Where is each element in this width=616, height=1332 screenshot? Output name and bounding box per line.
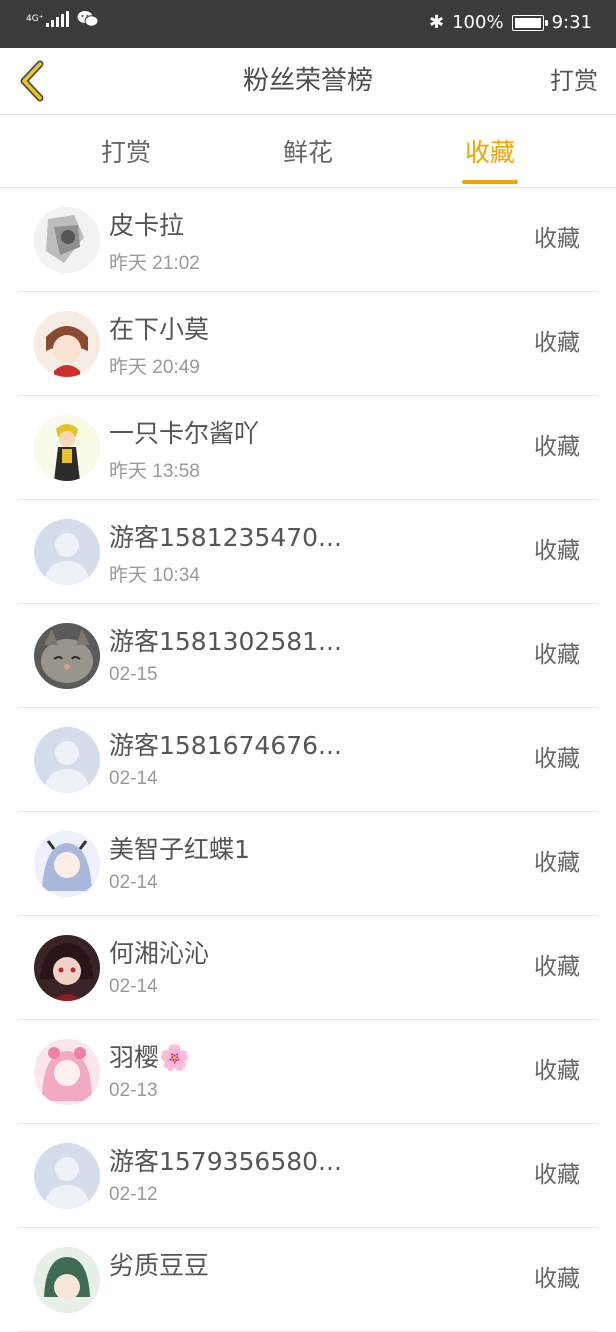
network-type: 4G⁺ xyxy=(26,13,44,24)
avatar[interactable] xyxy=(34,415,100,481)
fan-name: 在下小莫 xyxy=(109,315,210,344)
fan-action-label: 收藏 xyxy=(534,330,580,356)
tab-flowers[interactable]: 鲜花 xyxy=(238,115,378,187)
tab-reward[interactable]: 打赏 xyxy=(56,115,196,187)
fan-row[interactable]: 劣质豆豆 收藏 xyxy=(18,1228,598,1332)
fan-row[interactable]: 游客1581674676... 02-14 收藏 xyxy=(18,708,598,812)
fan-row[interactable]: 美智子红蝶1 02-14 收藏 xyxy=(18,812,598,916)
fan-name: 羽樱🌸 xyxy=(109,1043,191,1072)
avatar[interactable] xyxy=(34,623,100,689)
fan-time: 昨天 10:34 xyxy=(109,565,200,586)
avatar[interactable] xyxy=(34,831,100,897)
fan-list: 皮卡拉 昨天 21:02 收藏 在下小莫 昨天 20:49 收藏 一只卡尔酱吖 昨天 13:5… xyxy=(0,188,616,1332)
avatar[interactable] xyxy=(34,207,100,273)
fan-time: 02-14 xyxy=(109,872,158,893)
fan-time: 02-15 xyxy=(109,664,158,685)
page-title: 粉丝荣誉榜 xyxy=(242,66,373,96)
fan-time: 02-14 xyxy=(109,976,158,997)
fan-name: 美智子红蝶1 xyxy=(109,835,250,864)
avatar[interactable] xyxy=(34,1247,100,1313)
bluetooth-icon: ✱ xyxy=(429,12,445,33)
fan-name: 劣质豆豆 xyxy=(109,1251,210,1280)
fan-time: 02-13 xyxy=(109,1080,158,1101)
fan-time: 昨天 20:49 xyxy=(109,357,200,378)
fan-action-label: 收藏 xyxy=(534,954,580,980)
avatar[interactable] xyxy=(34,519,100,585)
status-bar: 4G⁺ ✱ 100% 9:31 xyxy=(0,0,616,48)
tab-bar: 打赏 鲜花 收藏 xyxy=(0,115,616,188)
fan-row[interactable]: 游客1579356580... 02-12 收藏 xyxy=(18,1124,598,1228)
fan-action-label: 收藏 xyxy=(534,1058,580,1084)
fan-time: 昨天 21:02 xyxy=(109,253,200,274)
fan-name: 游客1581235470... xyxy=(109,523,342,552)
wechat-icon xyxy=(77,11,99,27)
fan-action-label: 收藏 xyxy=(534,642,580,668)
fan-row[interactable]: 游客1581302581... 02-15 收藏 xyxy=(18,604,598,708)
fan-name: 何湘沁沁 xyxy=(109,939,210,968)
avatar[interactable] xyxy=(34,1039,100,1105)
tab-favorites[interactable]: 收藏 xyxy=(420,115,560,187)
fan-time: 02-14 xyxy=(109,768,158,789)
fan-name: 一只卡尔酱吖 xyxy=(109,419,260,448)
clock: 9:31 xyxy=(551,12,592,33)
fan-name: 游客1579356580... xyxy=(109,1147,342,1176)
fan-name: 游客1581302581... xyxy=(109,627,342,656)
fan-action-label: 收藏 xyxy=(534,226,580,252)
fan-action-label: 收藏 xyxy=(534,538,580,564)
fan-row[interactable]: 羽樱🌸 02-13 收藏 xyxy=(18,1020,598,1124)
avatar[interactable] xyxy=(34,1143,100,1209)
fan-action-label: 收藏 xyxy=(534,746,580,772)
fan-row[interactable]: 游客1581235470... 昨天 10:34 收藏 xyxy=(18,500,598,604)
fan-row[interactable]: 皮卡拉昨天 21:02 收藏 xyxy=(18,188,598,292)
reward-button[interactable]: 打赏 xyxy=(550,48,598,114)
avatar[interactable] xyxy=(34,311,100,377)
fan-row[interactable]: 一只卡尔酱吖昨天 13:58 收藏 xyxy=(18,396,598,500)
avatar[interactable] xyxy=(34,727,100,793)
fan-time: 昨天 13:58 xyxy=(109,461,200,482)
fan-action-label: 收藏 xyxy=(534,434,580,460)
battery-percent: 100% xyxy=(452,12,504,33)
fan-row[interactable]: 在下小莫昨天 20:49 收藏 xyxy=(18,292,598,396)
fan-row[interactable]: 何湘沁沁 02-14 收藏 xyxy=(18,916,598,1020)
fan-name: 皮卡拉 xyxy=(109,211,185,240)
app-header: 粉丝荣誉榜 打赏 xyxy=(0,48,616,115)
fan-time: 02-12 xyxy=(109,1184,158,1205)
avatar[interactable] xyxy=(34,935,100,1001)
signal-icon xyxy=(46,11,69,27)
battery-icon xyxy=(511,14,548,31)
fan-action-label: 收藏 xyxy=(534,850,580,876)
fan-name: 游客1581674676... xyxy=(109,731,342,760)
fan-action-label: 收藏 xyxy=(534,1162,580,1188)
